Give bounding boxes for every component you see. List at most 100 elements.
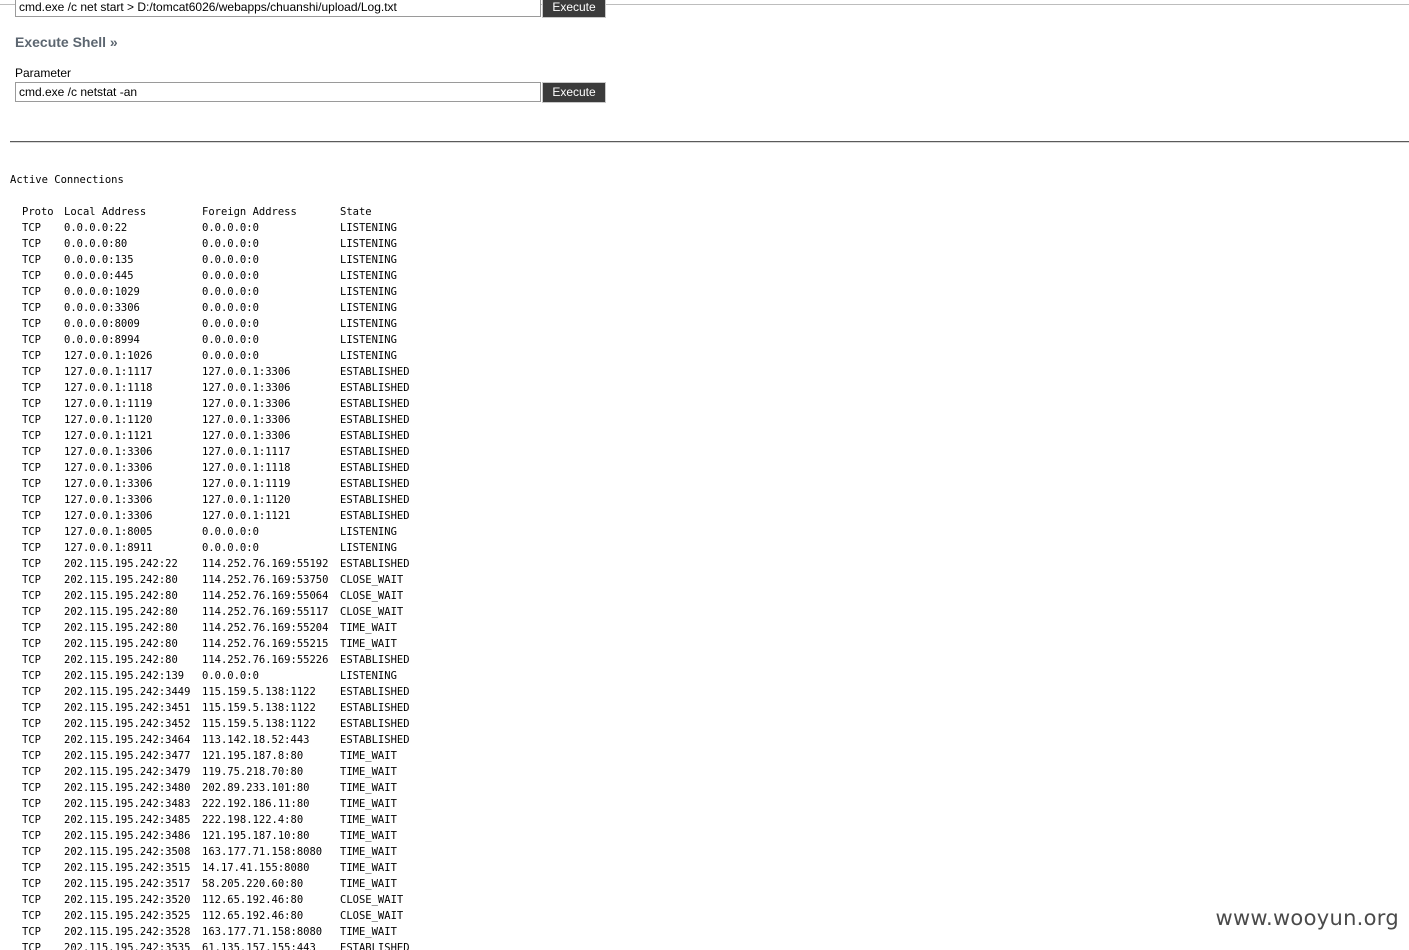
cell-local-address: 127.0.0.1:3306 (64, 462, 153, 474)
cell-proto: TCP (22, 238, 41, 250)
cell-state: LISTENING (340, 318, 397, 330)
cell-local-address: 202.115.195.242:80 (64, 622, 178, 634)
cell-state: LISTENING (340, 254, 397, 266)
cell-proto: TCP (22, 782, 41, 794)
connection-row: TCP 202.115.195.242:3515 14.17.41.155:8080… (10, 860, 460, 876)
cell-foreign-address: 58.205.220.60:80 (202, 878, 304, 890)
connection-row: TCP 202.115.195.242:3464 113.142.18.52:443… (10, 732, 460, 748)
cell-state: TIME_WAIT (340, 622, 397, 634)
cell-state: ESTABLISHED (340, 558, 410, 570)
execute-shell-title[interactable]: Execute Shell » (15, 34, 118, 50)
connection-row: TCP 0.0.0.0:3306 0.0.0.0:0 LISTENING (10, 300, 460, 316)
cell-proto: TCP (22, 926, 41, 938)
cell-foreign-address: 0.0.0.0:0 (202, 350, 259, 362)
connection-row: TCP 202.115.195.242:3517 58.205.220.60:80 T… (10, 876, 460, 892)
cell-proto: TCP (22, 254, 41, 266)
cell-state: ESTABLISHED (340, 718, 410, 730)
cell-proto: TCP (22, 750, 41, 762)
cell-state: TIME_WAIT (340, 878, 397, 890)
cell-state: LISTENING (340, 526, 397, 538)
header-local-address: Local Address (64, 206, 147, 218)
cell-local-address: 127.0.0.1:8911 (64, 542, 153, 554)
connection-row: TCP 202.115.195.242:3525 112.65.192.46:80 C… (10, 908, 460, 924)
cell-state: TIME_WAIT (340, 830, 397, 842)
connection-row: TCP 127.0.0.1:3306 127.0.0.1:1121 ESTABLISH… (10, 508, 460, 524)
previous-command-input[interactable] (15, 0, 541, 17)
cell-proto: TCP (22, 734, 41, 746)
execute-button[interactable]: Execute (542, 81, 606, 103)
cell-foreign-address: 0.0.0.0:0 (202, 222, 259, 234)
connection-row: TCP 202.115.195.242:3449 115.159.5.138:112… (10, 684, 460, 700)
cell-foreign-address: 0.0.0.0:0 (202, 302, 259, 314)
cell-foreign-address: 115.159.5.138:1122 (202, 686, 316, 698)
cell-foreign-address: 127.0.0.1:3306 (202, 430, 291, 442)
connection-row: TCP 202.115.195.242:80 114.252.76.169:5520… (10, 620, 460, 636)
connection-row: TCP 202.115.195.242:3528 163.177.71.158:80… (10, 924, 460, 940)
cell-foreign-address: 114.252.76.169:55192 (202, 558, 329, 570)
cell-foreign-address: 112.65.192.46:80 (202, 894, 304, 906)
cell-foreign-address: 114.252.76.169:55064 (202, 590, 329, 602)
cell-foreign-address: 112.65.192.46:80 (202, 910, 304, 922)
cell-state: TIME_WAIT (340, 798, 397, 810)
cell-state: LISTENING (340, 334, 397, 346)
cell-state: CLOSE_WAIT (340, 606, 404, 618)
connection-row: TCP 127.0.0.1:1119 127.0.0.1:3306 ESTABLISH… (10, 396, 460, 412)
cell-foreign-address: 114.252.76.169:55215 (202, 638, 329, 650)
cell-state: ESTABLISHED (340, 414, 410, 426)
cell-state: ESTABLISHED (340, 446, 410, 458)
output-heading: Active Connections (10, 174, 124, 186)
cell-proto: TCP (22, 430, 41, 442)
cell-local-address: 127.0.0.1:1026 (64, 350, 153, 362)
connection-row: TCP 127.0.0.1:3306 127.0.0.1:1120 ESTABLISH… (10, 492, 460, 508)
command-input[interactable] (15, 82, 541, 102)
cell-local-address: 202.115.195.242:3452 (64, 718, 191, 730)
connection-row: TCP 202.115.195.242:139 0.0.0.0:0 LISTENING (10, 668, 460, 684)
cell-proto: TCP (22, 366, 41, 378)
connection-row: TCP 202.115.195.242:80 114.252.76.169:5375… (10, 572, 460, 588)
cell-foreign-address: 127.0.0.1:1117 (202, 446, 291, 458)
cell-state: LISTENING (340, 542, 397, 554)
connection-row: TCP 202.115.195.242:3535 61.135.157.155:44… (10, 940, 460, 950)
cell-state: ESTABLISHED (340, 398, 410, 410)
header-proto: Proto (22, 206, 54, 218)
cell-proto: TCP (22, 910, 41, 922)
cell-local-address: 202.115.195.242:3483 (64, 798, 191, 810)
cell-foreign-address: 202.89.233.101:80 (202, 782, 310, 794)
cell-local-address: 202.115.195.242:3517 (64, 878, 191, 890)
cell-state: CLOSE_WAIT (340, 910, 404, 922)
cell-foreign-address: 0.0.0.0:0 (202, 318, 259, 330)
cell-foreign-address: 127.0.0.1:3306 (202, 414, 291, 426)
cell-local-address: 202.115.195.242:3486 (64, 830, 191, 842)
cell-local-address: 127.0.0.1:1119 (64, 398, 153, 410)
cell-proto: TCP (22, 318, 41, 330)
connection-row: TCP 0.0.0.0:8009 0.0.0.0:0 LISTENING (10, 316, 460, 332)
cell-local-address: 0.0.0.0:1029 (64, 286, 140, 298)
cell-foreign-address: 114.252.76.169:53750 (202, 574, 329, 586)
cell-local-address: 127.0.0.1:1120 (64, 414, 153, 426)
cell-foreign-address: 115.159.5.138:1122 (202, 718, 316, 730)
cell-local-address: 202.115.195.242:3528 (64, 926, 191, 938)
cell-local-address: 127.0.0.1:3306 (64, 494, 153, 506)
command-output: Active Connections Proto Local Address F… (10, 172, 460, 950)
connection-row: TCP 202.115.195.242:3477 121.195.187.8:80 T… (10, 748, 460, 764)
parameter-row: Execute (15, 81, 606, 103)
cell-proto: TCP (22, 510, 41, 522)
cell-proto: TCP (22, 638, 41, 650)
connection-row: TCP 202.115.195.242:22 114.252.76.169:5519… (10, 556, 460, 572)
cell-proto: TCP (22, 766, 41, 778)
cell-foreign-address: 114.252.76.169:55204 (202, 622, 329, 634)
cell-proto: TCP (22, 606, 41, 618)
cell-proto: TCP (22, 526, 41, 538)
cell-proto: TCP (22, 542, 41, 554)
cell-proto: TCP (22, 222, 41, 234)
cell-state: LISTENING (340, 238, 397, 250)
cell-proto: TCP (22, 942, 41, 950)
previous-execute-button[interactable]: Execute (542, 0, 606, 18)
connection-row: TCP 202.115.195.242:3452 115.159.5.138:112… (10, 716, 460, 732)
cell-proto: TCP (22, 846, 41, 858)
cell-local-address: 202.115.195.242:22 (64, 558, 178, 570)
connection-row: TCP 0.0.0.0:1029 0.0.0.0:0 LISTENING (10, 284, 460, 300)
cell-state: ESTABLISHED (340, 462, 410, 474)
cell-local-address: 127.0.0.1:1117 (64, 366, 153, 378)
connection-row: TCP 202.115.195.242:80 114.252.76.169:5522… (10, 652, 460, 668)
